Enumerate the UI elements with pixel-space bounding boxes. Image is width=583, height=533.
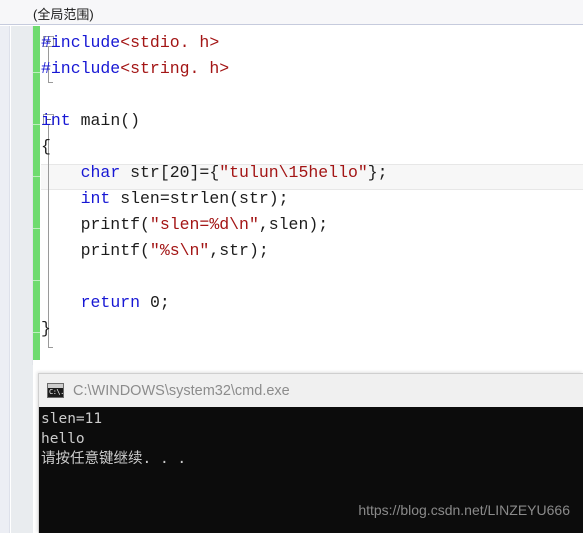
code-line: } [41, 316, 51, 342]
scope-dropdown-label[interactable]: (全局范围) [33, 4, 94, 23]
code-text-layer[interactable]: #include<stdio. h> #include<string. h> int… [41, 26, 583, 365]
code-line: return 0; [41, 290, 170, 316]
code-token: printf( [41, 241, 150, 260]
selection-margin [0, 26, 10, 365]
code-token: ; [159, 293, 170, 312]
code-token: main() [70, 111, 141, 130]
indicator-margin-lower [11, 365, 33, 533]
console-output-area[interactable]: slen=11 hello 请按任意键继续. . . https://blog.cs… [39, 407, 583, 533]
code-token: int [41, 111, 71, 130]
code-token: <stdio. h> [120, 33, 220, 52]
cmd-icon: C:\. [47, 383, 64, 398]
ide-screenshot: (全局范围) #include<stdio. h> #include<string… [0, 0, 583, 533]
code-token: "slen=%d\n" [149, 215, 259, 234]
code-token: }; [367, 163, 388, 182]
console-line: 请按任意键继续. . . [41, 451, 187, 467]
code-token: slen=strlen(str); [110, 189, 289, 208]
console-titlebar[interactable]: C:\. C:\WINDOWS\system32\cmd.exe [39, 374, 583, 407]
selection-margin-lower [0, 365, 10, 533]
watermark-text: https://blog.csdn.net/LINZEYU666 [358, 502, 570, 518]
code-token: ,slen); [258, 215, 329, 234]
code-editor[interactable]: #include<stdio. h> #include<string. h> int… [0, 26, 583, 365]
code-token: printf( [41, 215, 150, 234]
code-token: { [41, 137, 51, 156]
code-line: printf("slen=%d\n",slen); [41, 212, 329, 238]
code-token: } [41, 319, 51, 338]
code-line: { [41, 134, 51, 160]
console-title: C:\WINDOWS\system32\cmd.exe [73, 382, 290, 399]
code-line: #include<stdio. h> [41, 30, 219, 56]
console-window[interactable]: C:\. C:\WINDOWS\system32\cmd.exe slen=11… [38, 373, 583, 533]
code-token: "tulun\15hello" [219, 163, 368, 182]
code-token: ,str); [209, 241, 269, 260]
code-line: int slen=strlen(str); [41, 186, 289, 212]
change-tracking-bar [33, 26, 40, 360]
code-token: #include [41, 59, 121, 78]
code-token: 0 [149, 293, 160, 312]
console-line: slen=11 [41, 411, 103, 427]
code-line: #include<string. h> [41, 56, 229, 82]
code-token: int [80, 189, 111, 208]
code-line: char str[20]={"tulun\15hello"}; [41, 160, 388, 186]
code-token: str[20]={ [120, 163, 220, 182]
console-line: hello [41, 431, 85, 447]
code-token: "%s\n" [149, 241, 210, 260]
cmd-icon-glyph: C:\. [49, 388, 64, 396]
code-token: <string. h> [120, 59, 230, 78]
code-token: #include [41, 33, 121, 52]
code-token: char [80, 163, 121, 182]
code-line: int main() [41, 108, 140, 134]
code-token: return [80, 293, 141, 312]
console-output-text: slen=11 hello 请按任意键继续. . . [41, 409, 186, 469]
code-line: printf("%s\n",str); [41, 238, 269, 264]
indicator-margin[interactable] [11, 26, 33, 365]
scope-bar: (全局范围) [0, 0, 583, 25]
